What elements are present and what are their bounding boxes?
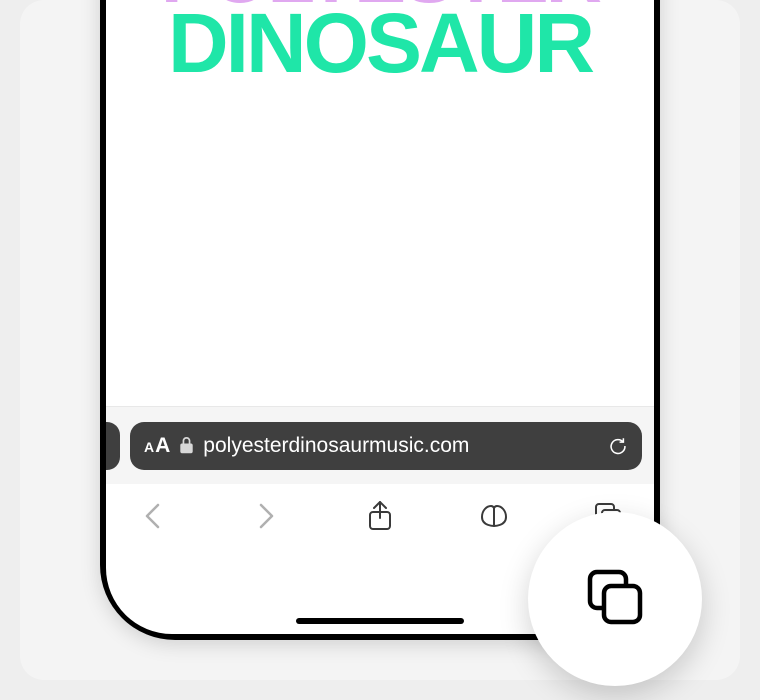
webpage-content[interactable]: POLYESTER DINOSAUR: [106, 0, 654, 406]
back-button[interactable]: [132, 496, 172, 536]
card-background: POLYESTER DINOSAUR A A polyesterdinosaur: [20, 0, 740, 680]
text-size-big-a: A: [155, 434, 170, 458]
reader-text-size-button[interactable]: A A: [144, 434, 170, 458]
home-indicator[interactable]: [296, 618, 464, 624]
tabs-icon: [582, 564, 648, 635]
addressbar-zone: A A polyesterdinosaurmusic.com: [106, 406, 654, 484]
refresh-icon[interactable]: [608, 433, 628, 459]
lock-icon: [180, 437, 193, 454]
bookmarks-button[interactable]: [474, 496, 514, 536]
forward-button[interactable]: [246, 496, 286, 536]
hero-title-line2: DINOSAUR: [106, 5, 654, 82]
share-button[interactable]: [360, 496, 400, 536]
address-bar[interactable]: A A polyesterdinosaurmusic.com: [130, 422, 642, 470]
text-size-small-a: A: [144, 439, 154, 455]
previous-tab-peek[interactable]: [106, 422, 120, 470]
url-text: polyesterdinosaurmusic.com: [203, 434, 469, 458]
callout-tabs-highlight: [528, 512, 702, 686]
